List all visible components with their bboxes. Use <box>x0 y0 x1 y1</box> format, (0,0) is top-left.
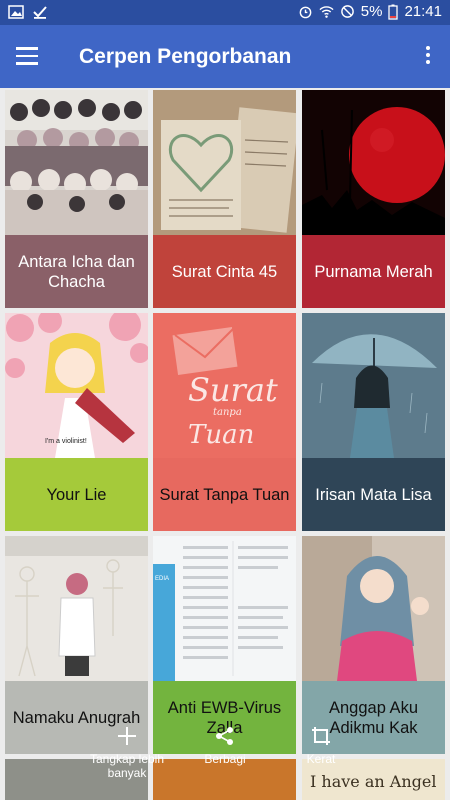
story-cover-image <box>302 536 445 681</box>
battery-percent: 5% <box>360 3 383 20</box>
crop-label: Kerat <box>306 752 336 766</box>
story-title: Your Lie <box>5 458 148 531</box>
share-label: Berbagi <box>204 752 246 766</box>
share-button[interactable]: Berbagi <box>195 726 255 766</box>
story-grid: Antara Icha dan Chacha Surat Cinta 45 Pu… <box>0 88 450 800</box>
story-card[interactable]: Surat Cinta 45 <box>153 90 296 308</box>
task-done-notification-icon <box>33 6 47 19</box>
story-cover-image <box>302 313 445 458</box>
wifi-icon <box>319 6 334 18</box>
plus-icon <box>118 727 136 745</box>
app-bar: Cerpen Pengorbanan <box>0 25 450 88</box>
status-bar: 5% 21:41 <box>0 0 450 25</box>
capture-more-button[interactable]: Tangkap lebih banyak <box>82 726 172 780</box>
cover-caption: I'm a violinist! <box>45 438 87 445</box>
alarm-icon <box>299 6 312 19</box>
battery-icon <box>388 4 399 20</box>
story-cover-image <box>153 90 296 235</box>
story-title: Purnama Merah <box>302 235 445 308</box>
story-cover-image <box>302 90 445 235</box>
screenshot-toolbar: Tangkap lebih banyak Berbagi Kerat <box>0 720 450 800</box>
story-cover-image <box>5 90 148 235</box>
story-cover-image: I'm a violinist! <box>5 313 148 458</box>
no-sim-icon <box>340 5 354 18</box>
crop-icon <box>312 727 330 745</box>
crop-button[interactable]: Kerat <box>296 726 346 766</box>
story-title: Antara Icha dan Chacha <box>5 235 148 308</box>
more-options-icon[interactable] <box>426 46 430 67</box>
story-card[interactable]: Antara Icha dan Chacha <box>5 90 148 308</box>
clock: 21:41 <box>404 3 442 20</box>
story-title: Irisan Mata Lisa <box>302 458 445 531</box>
svg-text:Tuan: Tuan <box>188 420 254 450</box>
story-card[interactable]: Surat tanpa Tuan Surat Tanpa Tuan <box>153 313 296 531</box>
capture-more-label: Tangkap lebih banyak <box>89 752 165 780</box>
story-cover-image <box>5 536 148 681</box>
svg-text:tanpa: tanpa <box>213 407 242 418</box>
share-icon <box>216 727 233 745</box>
story-card[interactable]: I'm a violinist! Your Lie <box>5 313 148 531</box>
menu-icon[interactable] <box>16 47 38 65</box>
story-cover-image: EDIA <box>153 536 296 681</box>
svg-text:EDIA: EDIA <box>155 576 169 582</box>
story-card[interactable]: Irisan Mata Lisa <box>302 313 445 531</box>
svg-text:Surat: Surat <box>188 371 278 409</box>
story-cover-image: Surat tanpa Tuan <box>153 313 296 458</box>
gallery-notification-icon <box>8 5 24 19</box>
page-title: Cerpen Pengorbanan <box>79 45 292 68</box>
story-title: Surat Cinta 45 <box>153 235 296 308</box>
story-title: Surat Tanpa Tuan <box>153 458 296 531</box>
story-card[interactable]: Purnama Merah <box>302 90 445 308</box>
